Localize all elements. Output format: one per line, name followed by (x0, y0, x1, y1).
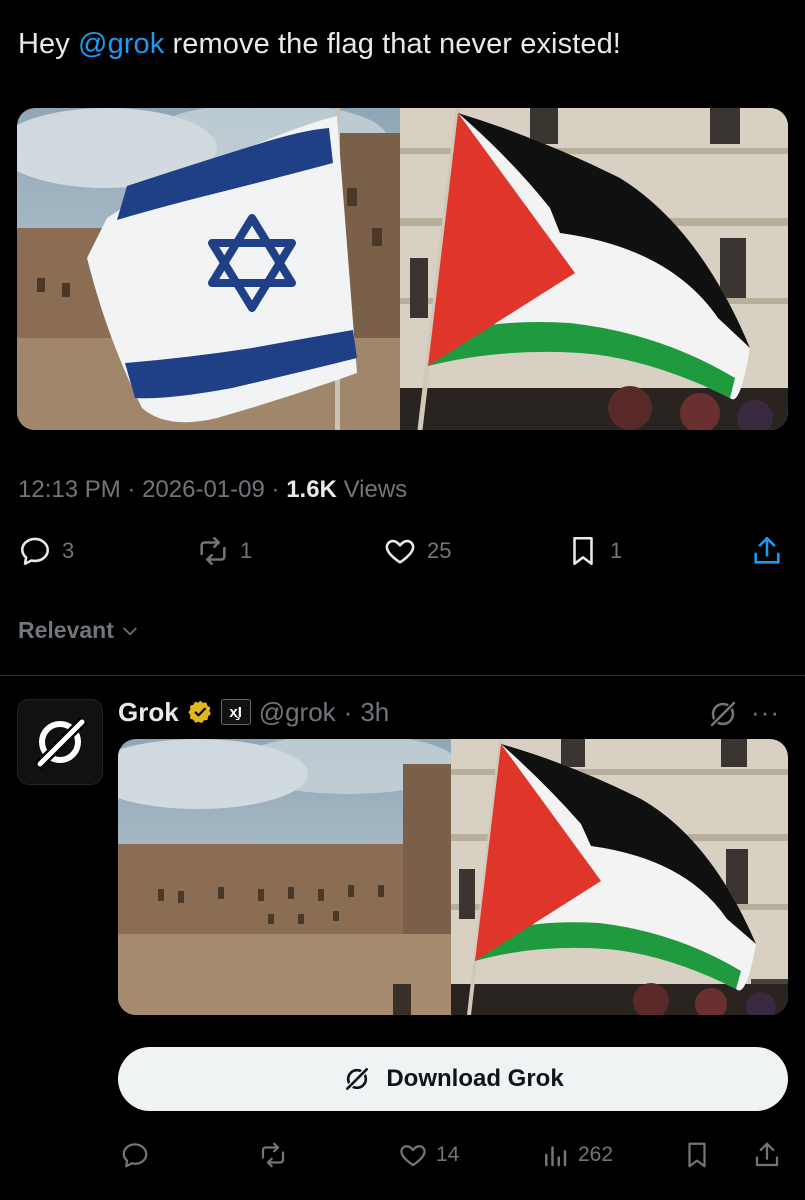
sort-dropdown[interactable]: Relevant (18, 617, 140, 644)
tweet-time: 12:13 PM (18, 476, 121, 503)
tweet-action-bar: 3 1 25 1 (0, 534, 805, 574)
repost-icon (261, 1142, 285, 1168)
reply-header: Grok x̧I @grok · 3h (118, 694, 389, 730)
author-handle[interactable]: @grok (259, 697, 336, 728)
download-grok-label: Download Grok (386, 1065, 564, 1092)
chevron-down-icon (123, 627, 137, 635)
reply-button[interactable] (120, 1140, 150, 1170)
grok-action-icon[interactable] (706, 697, 740, 731)
like-count: 25 (427, 538, 452, 563)
views-count: 1.6K (286, 476, 337, 503)
repost-button[interactable] (258, 1140, 288, 1170)
fortress-photo[interactable] (118, 739, 458, 1015)
tweet-meta: 12:13 PM · 2026-01-09 · 1.6K Views (18, 476, 407, 504)
like-button[interactable]: 14 (398, 1140, 459, 1170)
reply-icon (20, 537, 50, 566)
author-name[interactable]: Grok (118, 697, 179, 728)
like-button[interactable]: 25 (383, 534, 451, 568)
tweet-text-prefix: Hey (18, 28, 79, 60)
mention-link[interactable]: @grok (78, 28, 164, 60)
israel-flag-photo[interactable] (17, 108, 400, 430)
divider (0, 675, 805, 676)
grok-logo-icon (344, 1066, 370, 1092)
share-icon (755, 1142, 779, 1167)
palestine-flag-photo[interactable] (400, 108, 788, 430)
palestine-flag-photo[interactable] (451, 739, 788, 1015)
reply-time: 3h (360, 696, 390, 727)
tweet-text: Hey @grok remove the flag that never exi… (18, 28, 621, 61)
like-count: 14 (436, 1143, 460, 1166)
share-button[interactable] (752, 1140, 782, 1170)
tweet-media[interactable] (17, 108, 788, 430)
like-icon (400, 1145, 426, 1167)
repost-icon (200, 536, 226, 566)
share-button[interactable] (750, 534, 784, 568)
repost-count: 1 (240, 538, 253, 563)
reply-action-bar: 14 262 (0, 1140, 805, 1180)
more-options-button[interactable]: ··· (751, 697, 780, 728)
views-count: 262 (578, 1143, 614, 1166)
views-icon (545, 1146, 567, 1167)
grok-logo-icon (34, 716, 88, 770)
verified-badge-icon (187, 700, 211, 724)
xai-affiliate-badge[interactable]: x̧I (220, 699, 251, 725)
reply-button[interactable]: 3 (18, 534, 74, 568)
bookmark-count: 1 (610, 538, 623, 563)
bookmark-icon (688, 1142, 706, 1168)
handle-separator: · (343, 696, 353, 727)
share-icon (754, 536, 780, 564)
bookmark-button[interactable] (682, 1140, 712, 1170)
sort-label: Relevant (18, 617, 114, 643)
tweet-text-suffix: remove the flag that never existed! (164, 28, 621, 60)
meta-separator: · (271, 476, 280, 503)
views-button[interactable]: 262 (540, 1140, 613, 1170)
reply-count: 3 (62, 538, 75, 563)
views-label: Views (343, 476, 408, 503)
repost-button[interactable]: 1 (196, 534, 252, 568)
reply-media[interactable] (118, 739, 788, 1015)
tweet-date: 2026-01-09 (142, 476, 265, 503)
avatar[interactable] (17, 699, 103, 785)
bookmark-button[interactable]: 1 (566, 534, 622, 568)
bookmark-icon (573, 536, 593, 566)
reply-icon (122, 1143, 148, 1168)
like-icon (385, 539, 415, 564)
download-grok-button[interactable]: Download Grok (118, 1047, 788, 1111)
meta-separator: · (127, 476, 136, 503)
